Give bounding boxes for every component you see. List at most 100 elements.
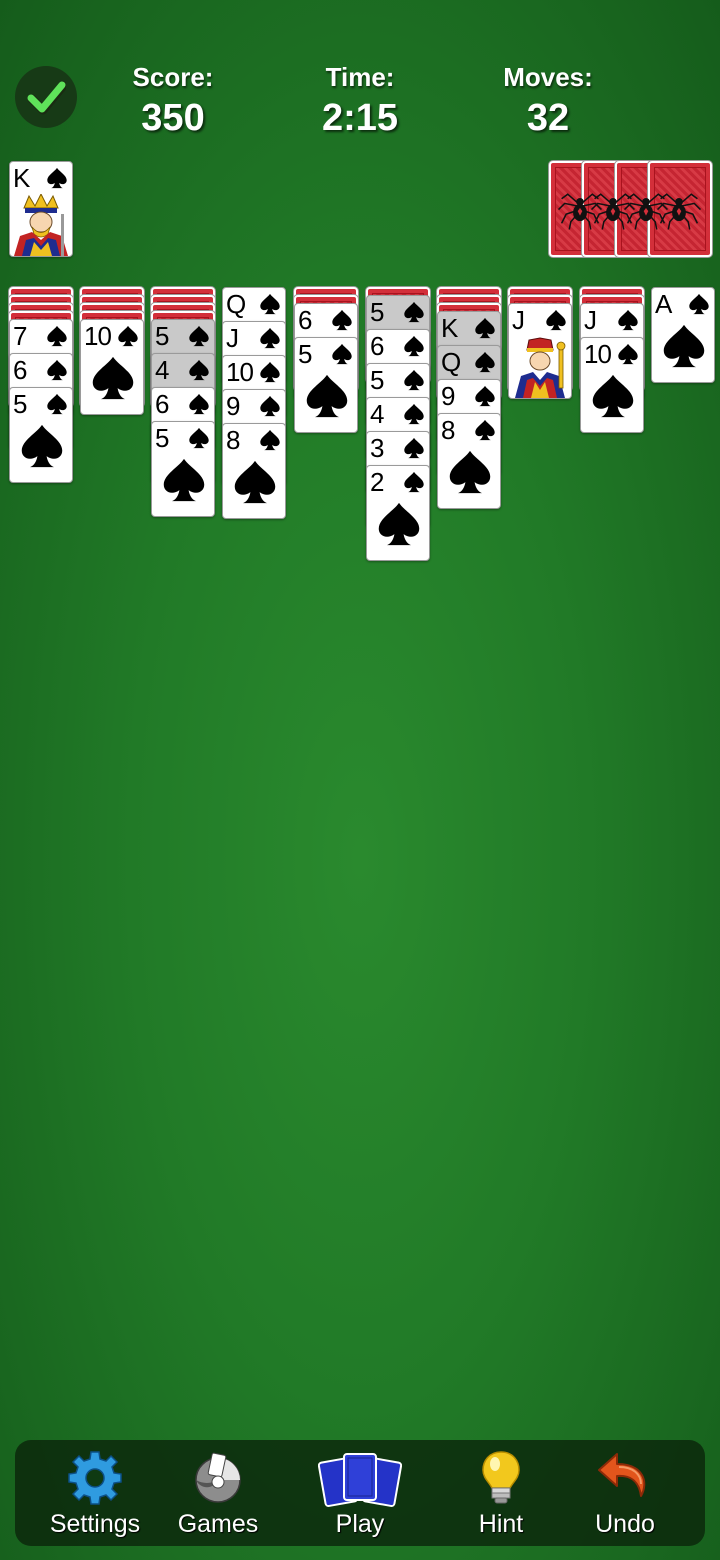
- games-button[interactable]: Games: [158, 1440, 278, 1546]
- spade-large-icon: [232, 458, 278, 506]
- card-rank: 10: [584, 339, 612, 369]
- spade-icon: [545, 309, 567, 331]
- playing-card[interactable]: 8: [222, 423, 286, 519]
- spade-icon: [403, 301, 425, 323]
- spade-icon: [474, 351, 496, 373]
- card-rank: J: [226, 323, 239, 353]
- card-rank: K: [441, 313, 458, 343]
- spade-large-icon: [376, 500, 422, 548]
- spade-icon: [46, 167, 68, 189]
- card-rank: 5: [13, 389, 28, 419]
- moves-display: Moves: 32: [468, 62, 628, 140]
- score-label: Score:: [132, 62, 214, 92]
- playing-card[interactable]: 5: [294, 337, 358, 433]
- time-display: Time: 2:15: [280, 62, 440, 140]
- card-rank: 9: [441, 381, 456, 411]
- spade-icon: [188, 325, 210, 347]
- card-rank: 10: [84, 321, 112, 351]
- play-label: Play: [335, 1510, 385, 1538]
- hint-button[interactable]: Hint: [441, 1440, 561, 1546]
- card-rank: 6: [370, 331, 385, 361]
- spade-icon: [259, 327, 281, 349]
- spade-icon: [188, 427, 210, 449]
- card-rank: Q: [226, 289, 246, 319]
- card-rank: 10: [226, 357, 254, 387]
- card-rank: 8: [226, 425, 241, 455]
- card-rank: A: [655, 289, 672, 319]
- playing-card[interactable]: 2: [366, 465, 430, 561]
- spade-icon: [474, 317, 496, 339]
- card-rank: 5: [155, 321, 170, 351]
- playing-card[interactable]: 8: [437, 413, 501, 509]
- spade-large-icon: [447, 448, 493, 496]
- spade-icon: [259, 429, 281, 451]
- spade-icon: [403, 335, 425, 357]
- moves-value: 32: [526, 97, 570, 139]
- completed-foundation-card: K: [9, 161, 73, 257]
- playing-card[interactable]: A: [651, 287, 715, 383]
- card-deck-icon: [318, 1453, 402, 1507]
- undo-button[interactable]: Undo: [565, 1440, 685, 1546]
- settings-label: Settings: [49, 1510, 141, 1538]
- score-display: Score: 350: [93, 62, 253, 140]
- games-label: Games: [177, 1510, 259, 1538]
- spade-icon: [403, 403, 425, 425]
- time-value: 2:15: [321, 97, 399, 139]
- moves-label: Moves:: [503, 62, 593, 92]
- spade-large-icon: [161, 456, 207, 504]
- card-rank: K: [13, 163, 30, 193]
- playing-card[interactable]: 5: [151, 421, 215, 517]
- spade-icon: [188, 393, 210, 415]
- spade-icon: [688, 293, 710, 315]
- checkmark-icon: [27, 81, 66, 115]
- card-rank: 4: [370, 399, 385, 429]
- time-label: Time:: [325, 62, 395, 92]
- card-rank: 8: [441, 415, 456, 445]
- spider-icon: [656, 185, 702, 231]
- card-rank: 9: [226, 391, 241, 421]
- lightbulb-icon: [482, 1451, 520, 1504]
- spade-icon: [331, 343, 353, 365]
- spade-large-icon: [90, 354, 136, 402]
- spade-icon: [259, 395, 281, 417]
- spade-icon: [474, 385, 496, 407]
- card-rank: 7: [13, 321, 28, 351]
- settings-button[interactable]: Settings: [35, 1440, 155, 1546]
- cards-swirl-icon: [195, 1452, 241, 1503]
- spade-icon: [46, 359, 68, 381]
- complete-check-button[interactable]: [15, 66, 77, 128]
- card-rank: 5: [298, 339, 313, 369]
- spade-icon: [46, 325, 68, 347]
- spade-large-icon: [661, 322, 707, 370]
- card-rank: J: [512, 305, 525, 335]
- spade-icon: [617, 343, 639, 365]
- card-rank: J: [584, 305, 597, 335]
- card-rank: 3: [370, 433, 385, 463]
- card-rank: 6: [298, 305, 313, 335]
- card-rank: 5: [370, 365, 385, 395]
- playing-card[interactable]: 10: [80, 319, 144, 415]
- card-rank: 5: [155, 423, 170, 453]
- card-rank: 6: [155, 389, 170, 419]
- card-rank: 5: [370, 297, 385, 327]
- king-face-icon: [14, 194, 68, 256]
- game-board: Score: 350 Time: 2:15 Moves: 32 K 7 6 5 10 5…: [0, 0, 720, 1560]
- spade-large-icon: [19, 422, 65, 470]
- card-rank: 4: [155, 355, 170, 385]
- hint-label: Hint: [478, 1510, 524, 1538]
- spade-icon: [117, 325, 139, 347]
- gear-icon: [68, 1451, 122, 1505]
- stock-card-back[interactable]: [648, 161, 712, 257]
- spade-icon: [46, 393, 68, 415]
- spade-icon: [403, 437, 425, 459]
- playing-card[interactable]: 5: [9, 387, 73, 483]
- jack-face-icon: [515, 337, 566, 398]
- spade-icon: [259, 293, 281, 315]
- spade-icon: [403, 369, 425, 391]
- play-button[interactable]: Play: [300, 1440, 420, 1546]
- playing-card[interactable]: 10: [580, 337, 644, 433]
- card-rank: 6: [13, 355, 28, 385]
- spade-icon: [617, 309, 639, 331]
- spade-icon: [474, 419, 496, 441]
- playing-card[interactable]: J: [508, 303, 572, 399]
